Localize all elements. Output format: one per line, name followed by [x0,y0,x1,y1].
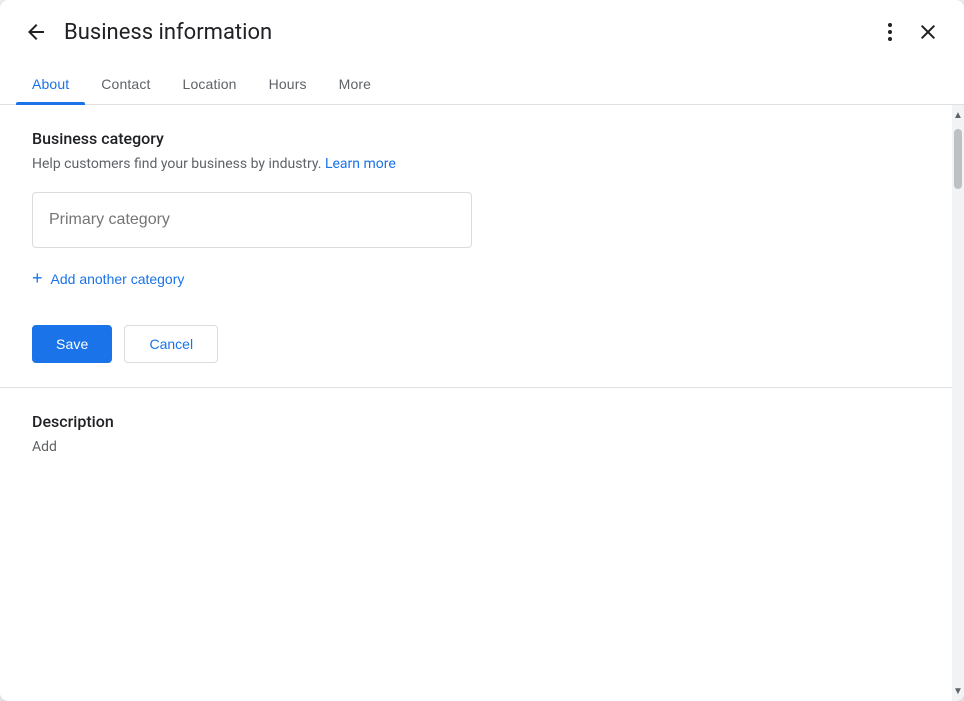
header: Business information [0,0,964,64]
description-add: Add [32,439,920,455]
content-wrapper: Business category Help customers find yo… [0,105,964,701]
description-text: Help customers find your business by ind… [32,156,321,172]
description-title: Description [32,412,920,431]
add-category-button[interactable]: + Add another category [32,256,184,301]
business-info-panel: Business information About Contact Locat… [0,0,964,701]
tab-contact[interactable]: Contact [85,64,166,104]
cancel-button[interactable]: Cancel [124,325,218,363]
header-actions [876,11,948,53]
close-button[interactable] [908,12,948,52]
business-category-title: Business category [32,129,920,148]
scrollbar-thumb[interactable] [954,129,962,189]
save-button[interactable]: Save [32,325,112,363]
more-options-button[interactable] [876,11,904,53]
back-button[interactable] [16,12,56,52]
tabs-bar: About Contact Location Hours More [0,64,964,105]
tab-hours[interactable]: Hours [253,64,323,104]
scrollbar-track: ▲ ▼ [952,105,964,701]
action-buttons: Save Cancel [32,325,920,363]
content-area: Business category Help customers find yo… [0,105,952,701]
plus-icon: + [32,268,43,289]
add-category-label: Add another category [51,271,185,287]
scroll-up-arrow[interactable]: ▲ [952,105,964,125]
business-category-section: Business category Help customers find yo… [0,105,952,388]
primary-category-input[interactable] [32,192,472,248]
business-category-description: Help customers find your business by ind… [32,156,920,172]
tab-location[interactable]: Location [167,64,253,104]
three-dots-icon [884,19,896,45]
tab-about[interactable]: About [16,64,85,104]
learn-more-link[interactable]: Learn more [325,156,396,172]
scroll-down-arrow[interactable]: ▼ [952,681,964,701]
page-title: Business information [64,20,876,45]
description-section: Description Add [0,388,952,479]
tab-more[interactable]: More [323,64,387,104]
